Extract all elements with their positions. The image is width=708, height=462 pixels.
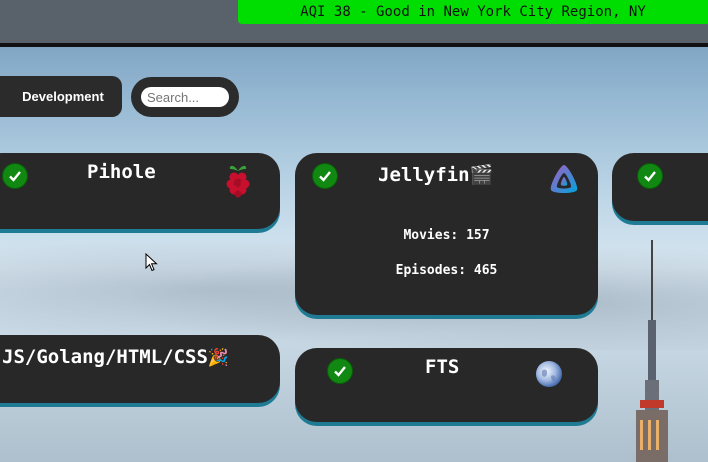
movies-count: Movies: 157 (403, 228, 490, 243)
mouse-cursor-icon (145, 253, 158, 272)
fts-card[interactable]: FTS (295, 348, 598, 422)
card-title: Pihole (87, 161, 156, 183)
globe-icon (536, 361, 562, 387)
pihole-card[interactable]: Pihole (0, 153, 280, 229)
js-golang-card[interactable]: JS/Golang/HTML/CSS🎉 (0, 335, 280, 403)
top-bar-divider (0, 43, 708, 47)
search-input[interactable] (141, 87, 229, 107)
status-ok-icon (2, 163, 28, 189)
search-container (131, 77, 239, 117)
episodes-count: Episodes: 465 (395, 263, 498, 278)
clapperboard-icon: 🎬 (469, 164, 494, 186)
card-title: Jellyfin🎬 (378, 163, 493, 186)
empire-state-spire (636, 240, 668, 462)
party-popper-icon: 🎉 (207, 348, 230, 368)
card-title-text: Jellyfin (378, 164, 470, 186)
development-button[interactable]: Development (0, 76, 122, 117)
jellyfin-icon (550, 165, 578, 193)
status-ok-icon (312, 163, 338, 189)
status-ok-icon (637, 163, 663, 189)
card-title-text: JS/Golang/HTML/CSS (2, 346, 208, 368)
card-title: JS/Golang/HTML/CSS🎉 (2, 346, 229, 368)
jellyfin-card[interactable]: Jellyfin🎬 Movies: 157 Episodes: 465 (295, 153, 598, 315)
raspberry-pi-icon (226, 165, 250, 198)
card-title: FTS (425, 356, 460, 378)
partial-card[interactable] (612, 153, 708, 221)
aqi-banner: AQI 38 - Good in New York City Region, N… (238, 0, 708, 24)
status-ok-icon (327, 358, 353, 384)
